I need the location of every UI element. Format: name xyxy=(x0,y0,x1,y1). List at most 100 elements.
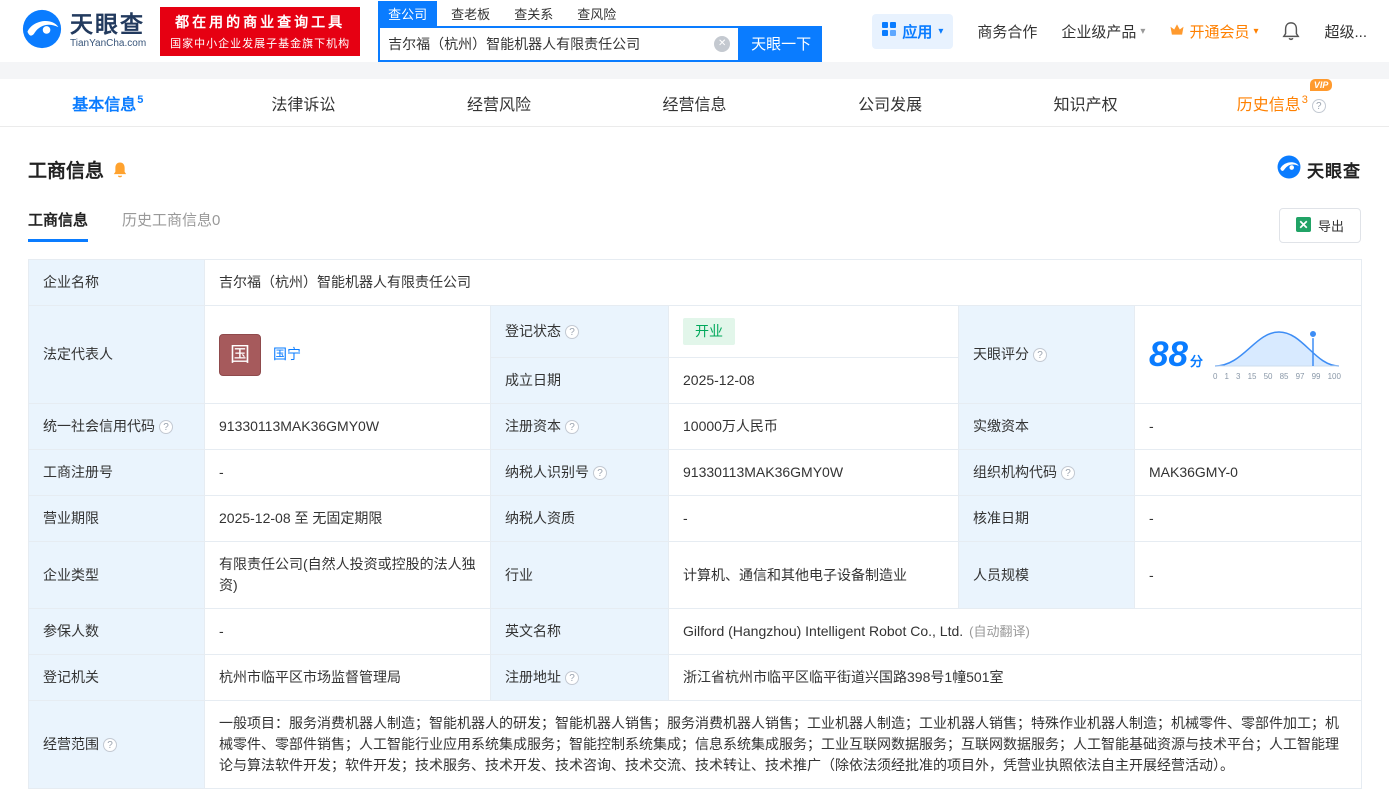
search-tab-company[interactable]: 查公司 xyxy=(378,1,437,26)
company-type-value: 有限责任公司(自然人投资或控股的法人独资) xyxy=(205,542,491,609)
auto-translate-note: (自动翻译) xyxy=(969,624,1030,639)
taxpayer-quality-value: - xyxy=(669,496,959,542)
notification-bell-icon[interactable] xyxy=(1282,21,1300,41)
org-code-label: 组织机构代码? xyxy=(959,450,1135,496)
search-tab-risk[interactable]: 查风险 xyxy=(567,1,626,26)
score-unit: 分 xyxy=(1190,354,1203,369)
english-name-text: Gilford (Hangzhou) Intelligent Robot Co.… xyxy=(683,623,963,639)
nav-super-vip[interactable]: 超级... xyxy=(1324,21,1367,42)
authority-label: 登记机关 xyxy=(29,655,205,701)
tianyancha-logo[interactable]: 天眼查 TianYanCha.com xyxy=(22,9,146,54)
credit-code-label-text: 统一社会信用代码 xyxy=(43,418,155,434)
taxpayer-no-help-icon[interactable]: ? xyxy=(593,466,607,480)
tab-company-development[interactable]: 公司发展 xyxy=(792,91,988,115)
main-content: 工商信息 天眼查 工商信息 历史工商信息0 xyxy=(0,155,1389,799)
table-row: 经营范围? 一般项目：服务消费机器人制造；智能机器人的研发；智能机器人销售；服务… xyxy=(29,701,1362,789)
score-help-icon[interactable]: ? xyxy=(1033,348,1047,362)
term-label: 营业期限 xyxy=(29,496,205,542)
tab-ip-label: 知识产权 xyxy=(1054,97,1118,114)
apps-caret-icon: ▾ xyxy=(938,26,943,37)
establish-date-label: 成立日期 xyxy=(491,358,669,404)
score-value: 88分 0131550859799100 xyxy=(1135,306,1362,404)
promo-line1: 都在用的商业查询工具 xyxy=(170,12,350,32)
brand-text: 天眼查 xyxy=(1307,157,1361,182)
reg-capital-label-text: 注册资本 xyxy=(505,418,561,434)
section-brand-logo: 天眼查 xyxy=(1277,155,1361,184)
tab-history-label: 历史信息 xyxy=(1237,97,1301,114)
subtab-business-info[interactable]: 工商信息 xyxy=(28,209,88,242)
approval-date-label: 核准日期 xyxy=(959,496,1135,542)
credit-code-value: 91330113MAK36GMY0W xyxy=(205,404,491,450)
super-vip-label: 超级... xyxy=(1324,21,1367,42)
promo-banner[interactable]: 都在用的商业查询工具 国家中小企业发展子基金旗下机构 xyxy=(160,7,360,56)
logo-domain: TianYanCha.com xyxy=(70,39,146,49)
industry-value: 计算机、通信和其他电子设备制造业 xyxy=(669,542,959,609)
export-button[interactable]: 导出 xyxy=(1279,208,1361,243)
company-name-label: 企业名称 xyxy=(29,260,205,306)
reg-status-help-icon[interactable]: ? xyxy=(565,325,579,339)
excel-icon xyxy=(1296,217,1311,235)
reg-no-value: - xyxy=(205,450,491,496)
nav-business-cooperation[interactable]: 商务合作 xyxy=(977,21,1037,42)
table-row: 工商注册号 - 纳税人识别号? 91330113MAK36GMY0W 组织机构代… xyxy=(29,450,1362,496)
tab-basic-info-label: 基本信息 xyxy=(72,97,136,114)
industry-label: 行业 xyxy=(491,542,669,609)
promo-line2: 国家中小企业发展子基金旗下机构 xyxy=(170,35,350,51)
search-input-wrap: ✕ xyxy=(378,26,740,62)
subtab-history-business-info[interactable]: 历史工商信息0 xyxy=(122,209,220,242)
address-value: 浙江省杭州市临平区临平街道兴国路398号1幢501室 xyxy=(669,655,1362,701)
export-label: 导出 xyxy=(1318,216,1344,235)
search-input[interactable] xyxy=(388,36,714,52)
tab-risk-label: 经营风险 xyxy=(467,97,531,114)
tab-intellectual-property[interactable]: 知识产权 xyxy=(988,91,1184,115)
tab-history-info[interactable]: 历史信息3VIP? xyxy=(1183,91,1379,115)
tab-basic-info[interactable]: 基本信息5 xyxy=(10,91,206,115)
nav-enterprise-products[interactable]: 企业级产品 ▾ xyxy=(1061,21,1145,42)
reg-capital-help-icon[interactable]: ? xyxy=(565,420,579,434)
org-code-value: MAK36GMY-0 xyxy=(1135,450,1362,496)
tab-development-label: 公司发展 xyxy=(858,97,922,114)
nav-enterprise-label: 企业级产品 xyxy=(1061,21,1136,42)
legal-rep-link[interactable]: 国宁 xyxy=(273,344,301,365)
credit-code-label: 统一社会信用代码? xyxy=(29,404,205,450)
clear-search-icon[interactable]: ✕ xyxy=(714,36,730,52)
apps-menu[interactable]: 应用 ▾ xyxy=(872,14,953,49)
tab-operation-risk[interactable]: 经营风险 xyxy=(401,91,597,115)
search-button[interactable]: 天眼一下 xyxy=(740,26,822,62)
legal-rep-value: 国 国宁 xyxy=(205,306,491,404)
crown-icon xyxy=(1169,23,1185,40)
search-tabs: 查公司 查老板 查关系 查风险 xyxy=(378,1,822,26)
enterprise-caret-icon: ▾ xyxy=(1140,26,1145,37)
nav-open-vip[interactable]: 开通会员 ▾ xyxy=(1169,21,1258,42)
reg-capital-value: 10000万人民币 xyxy=(669,404,959,450)
english-name-value: Gilford (Hangzhou) Intelligent Robot Co.… xyxy=(669,609,1362,655)
search-tab-boss[interactable]: 查老板 xyxy=(441,1,500,26)
score-axis: 0131550859799100 xyxy=(1213,371,1341,383)
vip-badge: VIP xyxy=(1310,79,1333,91)
history-help-icon[interactable]: ? xyxy=(1312,99,1326,113)
scope-value: 一般项目：服务消费机器人制造；智能机器人的研发；智能机器人销售；服务消费机器人销… xyxy=(205,701,1362,789)
apps-label: 应用 xyxy=(902,21,932,42)
org-code-help-icon[interactable]: ? xyxy=(1061,466,1075,480)
address-help-icon[interactable]: ? xyxy=(565,671,579,685)
approval-date-value: - xyxy=(1135,496,1362,542)
paid-capital-label: 实缴资本 xyxy=(959,404,1135,450)
score-number: 88分 xyxy=(1149,337,1203,372)
scope-help-icon[interactable]: ? xyxy=(103,738,117,752)
credit-code-help-icon[interactable]: ? xyxy=(159,420,173,434)
staff-size-value: - xyxy=(1135,542,1362,609)
search-tab-relation[interactable]: 查关系 xyxy=(504,1,563,26)
table-row: 企业名称 吉尔福（杭州）智能机器人有限责任公司 xyxy=(29,260,1362,306)
search-block: 查公司 查老板 查关系 查风险 ✕ 天眼一下 xyxy=(378,1,822,62)
taxpayer-quality-label: 纳税人资质 xyxy=(491,496,669,542)
tab-legal-proceedings[interactable]: 法律诉讼 xyxy=(206,91,402,115)
monitor-bell-icon[interactable] xyxy=(112,161,128,178)
tab-operation-info[interactable]: 经营信息 xyxy=(597,91,793,115)
tab-operation-label: 经营信息 xyxy=(663,97,727,114)
brand-eye-icon xyxy=(1277,155,1301,184)
topbar: 天眼查 TianYanCha.com 都在用的商业查询工具 国家中小企业发展子基… xyxy=(0,0,1389,62)
staff-size-label: 人员规模 xyxy=(959,542,1135,609)
establish-date-value: 2025-12-08 xyxy=(669,358,959,404)
company-name-value: 吉尔福（杭州）智能机器人有限责任公司 xyxy=(205,260,1362,306)
score-label: 天眼评分? xyxy=(959,306,1135,404)
